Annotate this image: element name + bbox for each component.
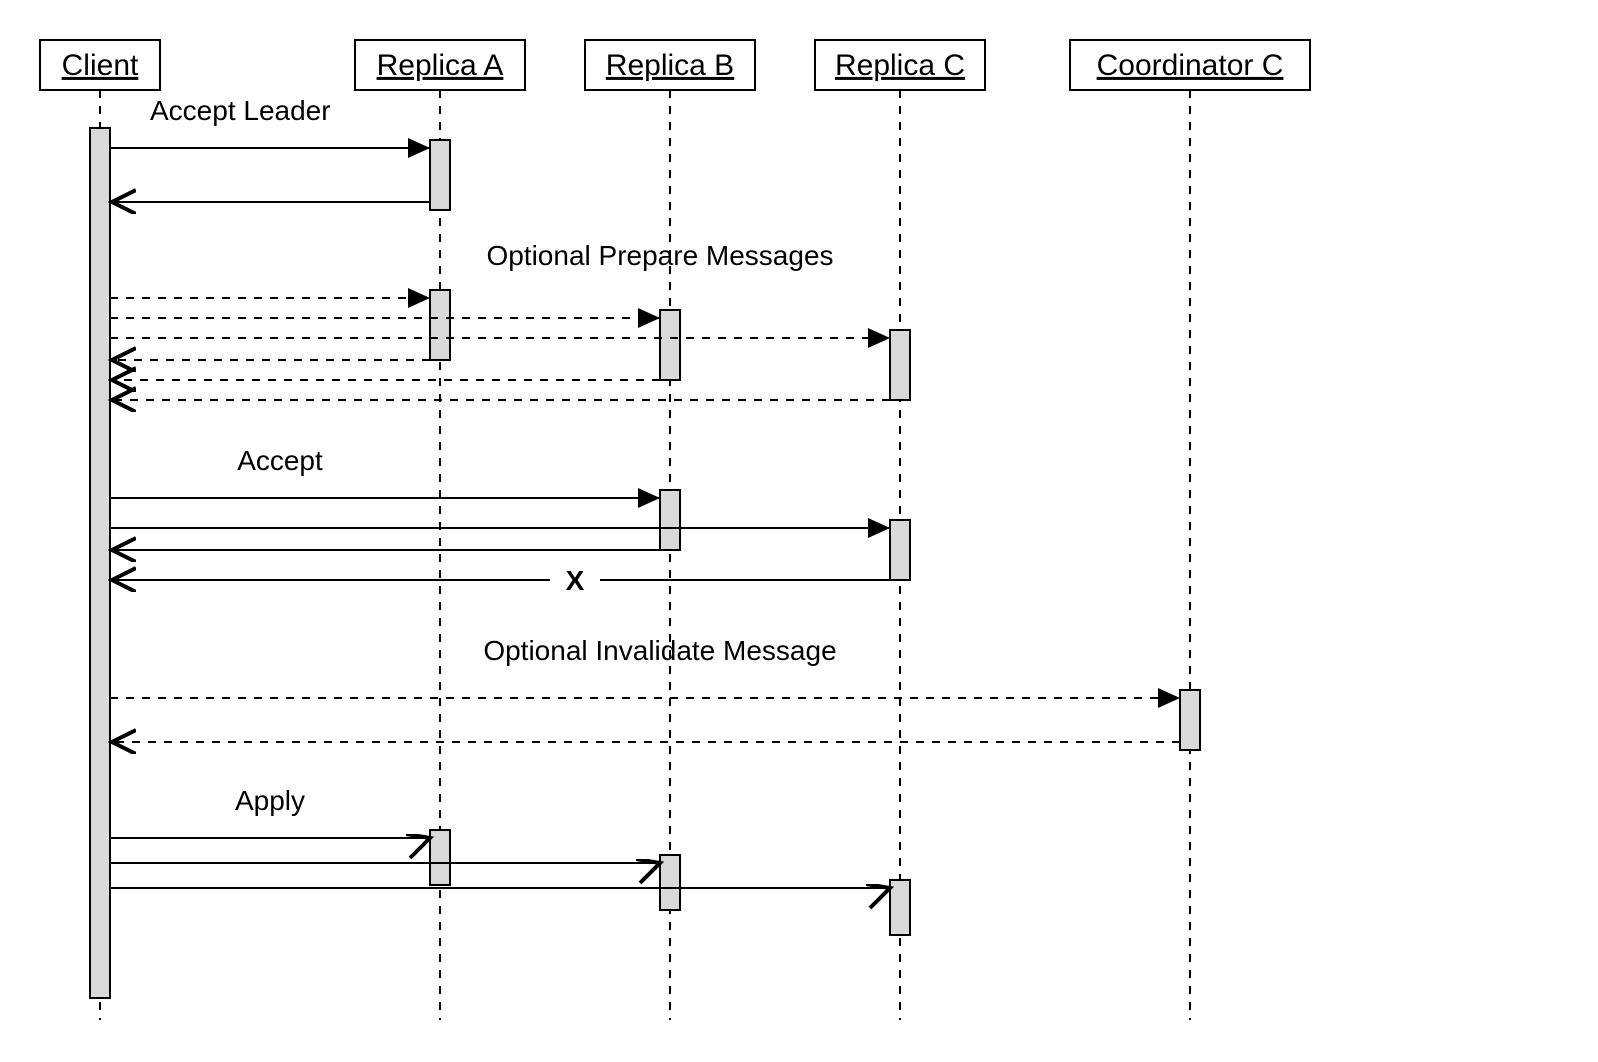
sequence-diagram: Client Replica A Replica B Replica C Coo… bbox=[20, 20, 1580, 1040]
participant-replicaA-label: Replica A bbox=[377, 49, 504, 82]
label-optional-invalidate: Optional Invalidate Message bbox=[483, 635, 836, 666]
label-accept: Accept bbox=[237, 445, 323, 476]
label-optional-prepare: Optional Prepare Messages bbox=[486, 240, 833, 271]
participant-coordinatorC-label: Coordinator C bbox=[1097, 49, 1284, 82]
activation-A-apply bbox=[430, 830, 450, 885]
participant-replicaC-label: Replica C bbox=[835, 49, 965, 82]
activation-B-accept bbox=[660, 490, 680, 550]
activation-B-prepare bbox=[660, 310, 680, 380]
activation-A-prepare bbox=[430, 290, 450, 360]
activation-B-apply bbox=[660, 855, 680, 910]
activation-coord-invalidate bbox=[1180, 690, 1200, 750]
activation-C-prepare bbox=[890, 330, 910, 400]
label-apply: Apply bbox=[235, 785, 305, 816]
activation-client bbox=[90, 128, 110, 998]
participant-client-label: Client bbox=[62, 49, 139, 82]
activation-A-acceptleader bbox=[430, 140, 450, 210]
activation-C-apply bbox=[890, 880, 910, 935]
activation-C-accept bbox=[890, 520, 910, 580]
fail-mark: X bbox=[566, 565, 585, 596]
participant-replicaB-label: Replica B bbox=[606, 49, 734, 82]
label-accept-leader: Accept Leader bbox=[150, 95, 331, 126]
